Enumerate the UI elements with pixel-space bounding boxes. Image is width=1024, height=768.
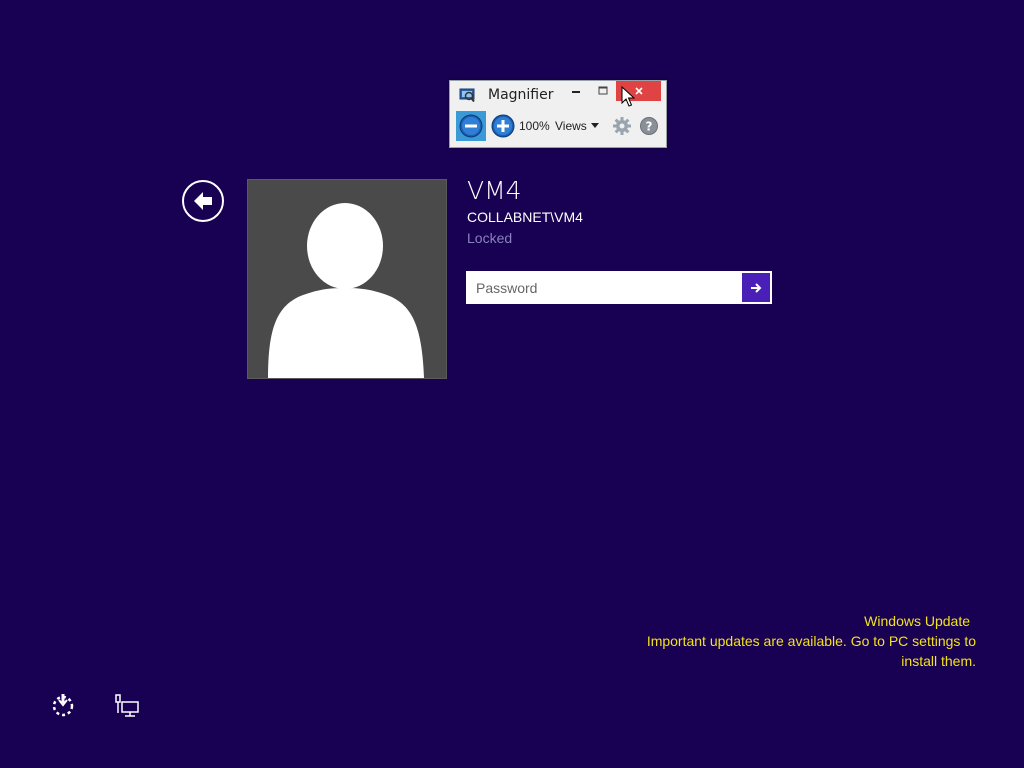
minimize-icon xyxy=(572,91,580,93)
zoom-level: 100% xyxy=(519,119,550,133)
submit-button[interactable] xyxy=(742,273,770,302)
update-message-line2: install them. xyxy=(901,653,976,669)
password-input[interactable] xyxy=(467,272,741,303)
user-name: VM4 xyxy=(467,176,522,205)
magnifier-toolbar: 100% Views ? xyxy=(450,109,666,143)
views-label: Views xyxy=(555,119,587,133)
user-status: Locked xyxy=(467,230,513,246)
network-icon xyxy=(115,694,139,717)
back-arrow-icon xyxy=(194,192,212,210)
magnifier-title: Magnifier xyxy=(488,87,554,103)
magnifier-app-icon xyxy=(459,87,475,103)
user-account: COLLABNET\VM4 xyxy=(467,209,583,225)
ease-of-access-icon xyxy=(52,694,74,717)
update-title: Windows Update xyxy=(864,613,970,629)
minimize-button[interactable] xyxy=(564,81,588,101)
mouse-cursor-icon xyxy=(621,86,635,107)
maximize-icon xyxy=(598,86,608,95)
maximize-button[interactable] xyxy=(591,81,615,101)
network-button[interactable] xyxy=(114,694,140,718)
views-dropdown[interactable]: Views xyxy=(555,117,599,135)
gear-icon xyxy=(613,117,631,135)
help-button[interactable]: ? xyxy=(634,111,664,141)
lock-screen: Magnifier 100% Views ? VM4 COLLABNET\VM4… xyxy=(0,0,1024,768)
close-icon xyxy=(634,87,643,95)
password-box xyxy=(466,271,772,304)
help-icon: ? xyxy=(640,117,658,135)
windows-update-notice[interactable]: Windows Update Important updates are ava… xyxy=(596,611,976,671)
update-message-line1: Important updates are available. Go to P… xyxy=(646,633,976,649)
zoom-in-icon xyxy=(491,114,515,138)
zoom-in-button[interactable] xyxy=(488,111,518,141)
user-silhouette-icon xyxy=(268,203,424,378)
user-avatar xyxy=(247,179,447,379)
zoom-out-button[interactable] xyxy=(456,111,486,141)
arrow-right-icon xyxy=(751,282,762,293)
ease-of-access-button[interactable] xyxy=(50,692,76,718)
svg-text:?: ? xyxy=(646,120,653,134)
settings-button[interactable] xyxy=(607,111,637,141)
chevron-down-icon xyxy=(590,123,599,128)
back-button[interactable] xyxy=(182,180,224,222)
zoom-out-icon xyxy=(459,114,483,138)
